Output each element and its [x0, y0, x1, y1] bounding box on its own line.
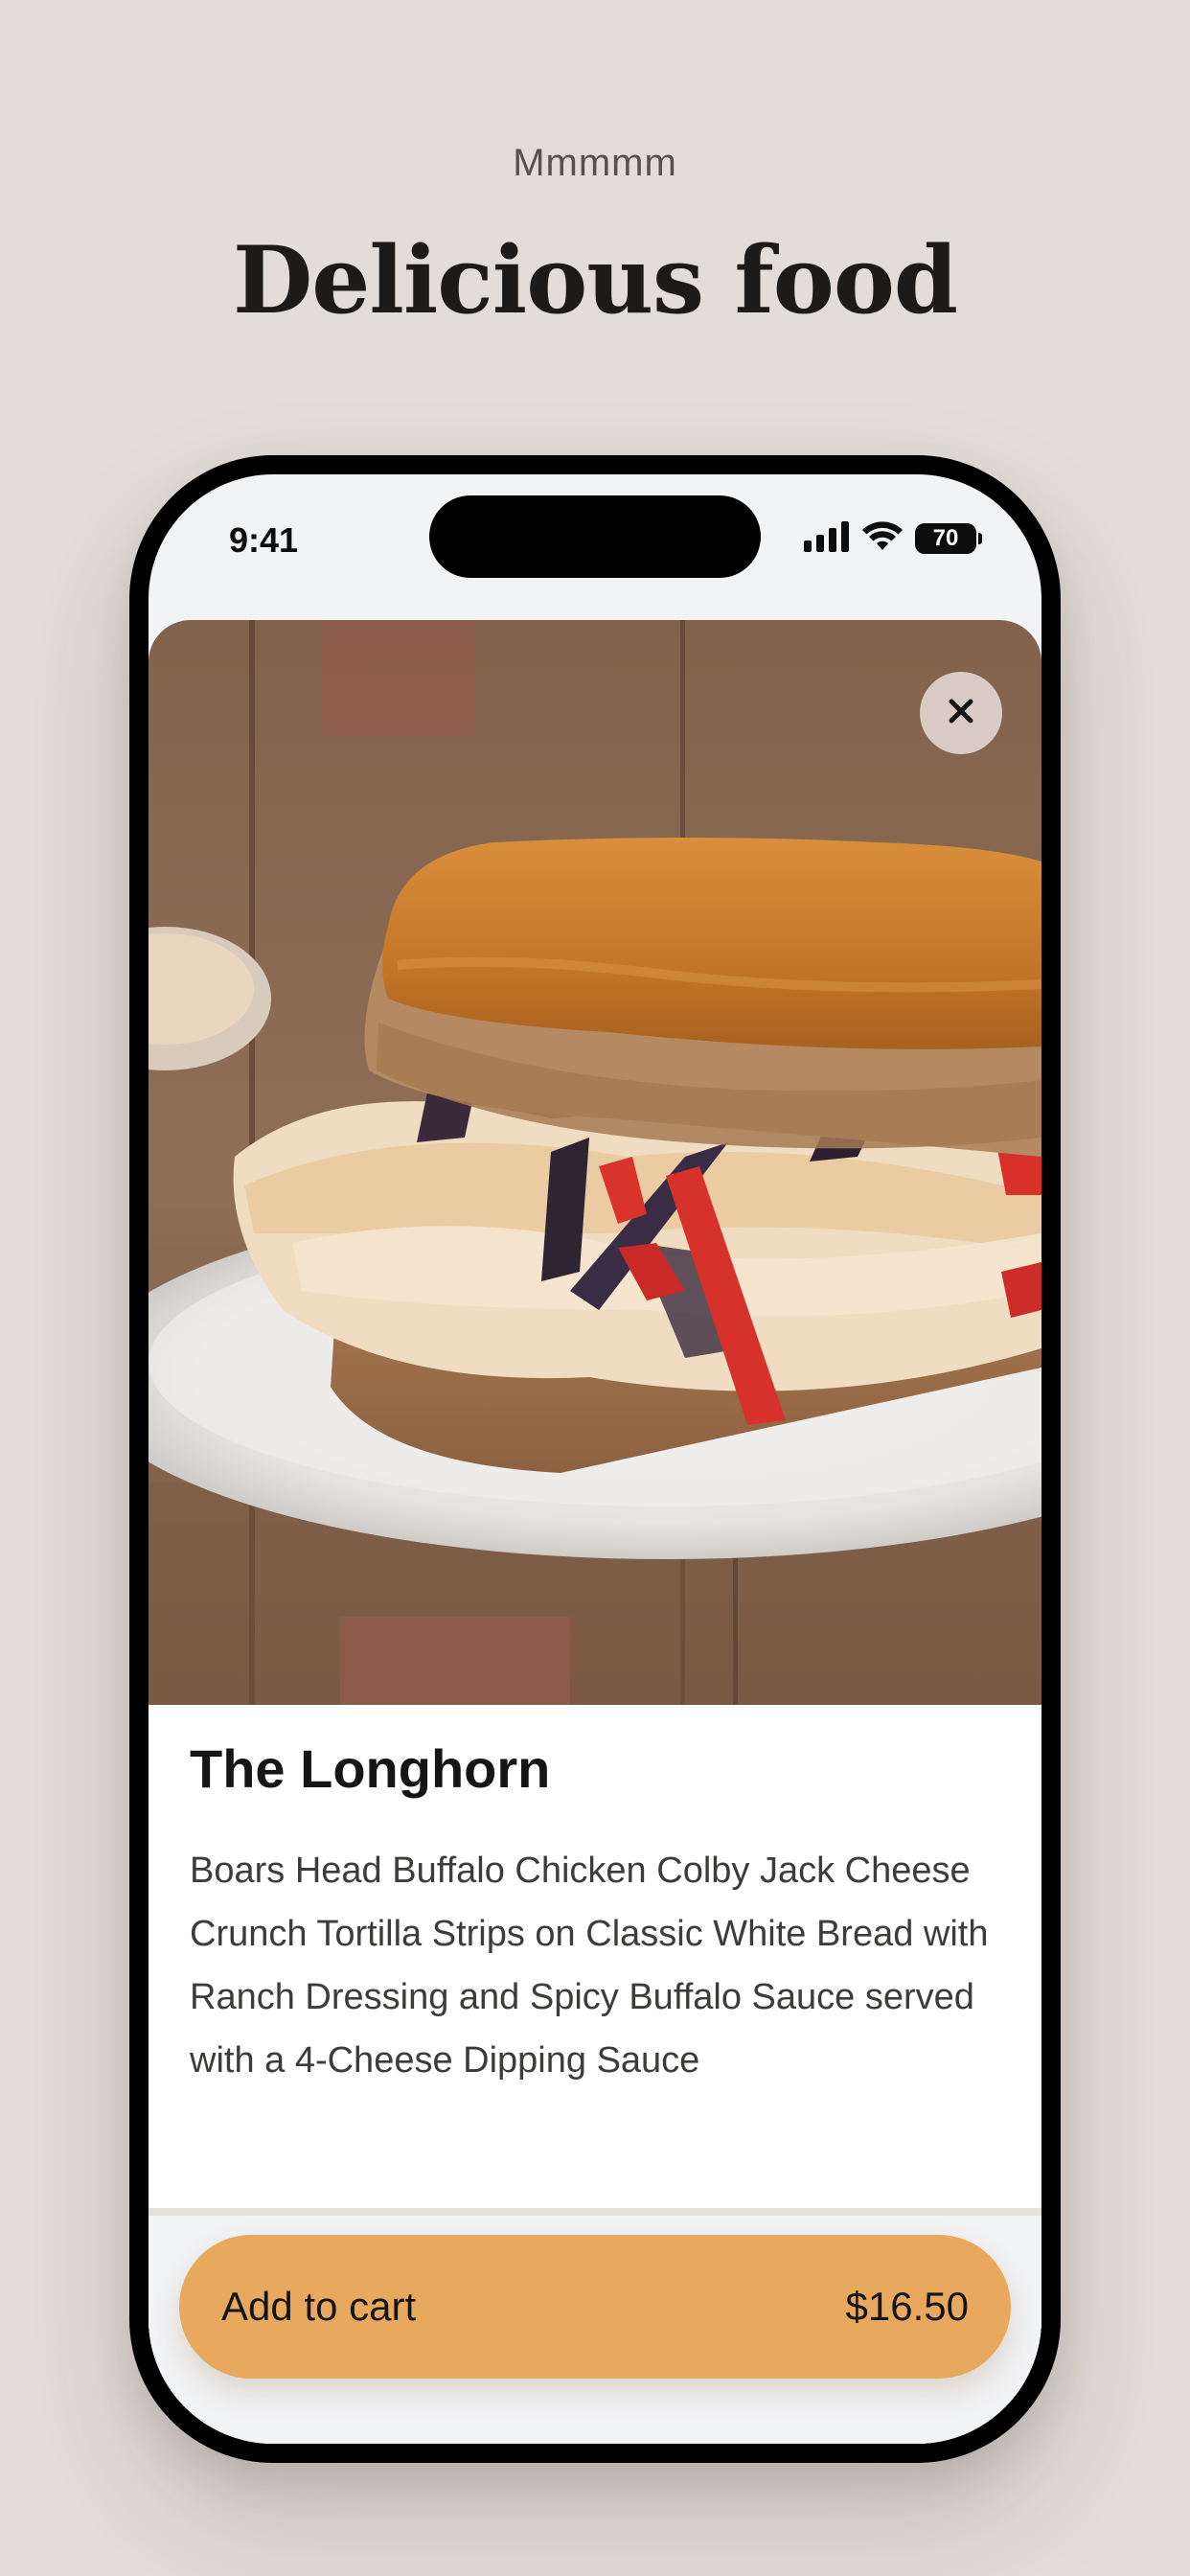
- close-icon: [946, 696, 976, 731]
- cellular-signal-icon: [804, 520, 850, 557]
- page-eyebrow: Mmmmm: [513, 142, 677, 184]
- close-button[interactable]: [920, 672, 1002, 754]
- divider: [149, 2208, 1041, 2216]
- add-to-cart-label: Add to cart: [221, 2284, 417, 2329]
- sandwich-photo: [149, 620, 1041, 1705]
- battery-icon: 70: [915, 523, 982, 554]
- status-time: 9:41: [229, 520, 299, 560]
- phone-frame: 9:41 70 The Longhorn Boars Head Buffalo …: [129, 455, 1061, 2463]
- page-headline: Delicious food: [233, 226, 958, 334]
- product-description: Boars Head Buffalo Chicken Colby Jack Ch…: [190, 1851, 989, 2081]
- product-title: The Longhorn: [190, 1738, 551, 1799]
- status-icons: 70: [804, 520, 982, 557]
- wifi-icon: [861, 520, 904, 557]
- cart-price: $16.50: [845, 2284, 969, 2329]
- add-to-cart-button[interactable]: Add to cart $16.50: [179, 2235, 1011, 2379]
- dynamic-island: [429, 495, 761, 578]
- phone-screen: 9:41 70 The Longhorn Boars Head Buffalo …: [149, 474, 1041, 2444]
- product-sheet: The Longhorn Boars Head Buffalo Chicken …: [149, 620, 1041, 2444]
